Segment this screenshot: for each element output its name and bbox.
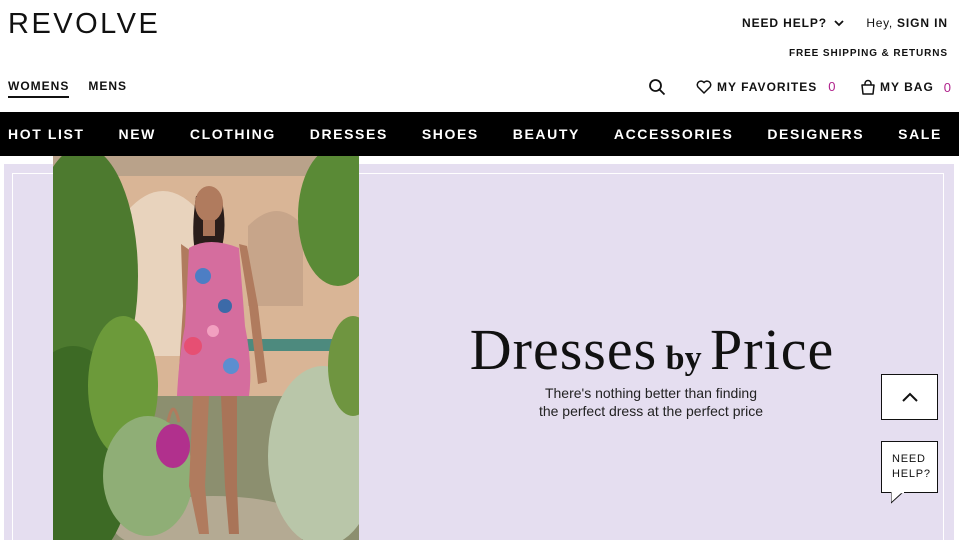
- search-icon[interactable]: [648, 78, 666, 96]
- revolve-logo[interactable]: REVOLVE: [8, 9, 160, 39]
- chevron-down-icon: [834, 20, 844, 27]
- my-favorites-link[interactable]: MY FAVORITES 0: [696, 79, 836, 94]
- gender-tabs: WOMENS MENS: [8, 79, 127, 98]
- favorites-label: MY FAVORITES: [717, 79, 818, 94]
- help-line-2: HELP?: [892, 468, 931, 480]
- nav-item-new[interactable]: NEW: [119, 126, 156, 142]
- nav-item-accessories[interactable]: ACCESSORIES: [614, 126, 734, 142]
- nav-item-hot-list[interactable]: HOT LIST: [8, 126, 85, 142]
- sign-in-link[interactable]: SIGN IN: [897, 16, 948, 30]
- my-bag-link[interactable]: MY BAG 0: [860, 79, 952, 95]
- main-nav: HOT LIST NEW CLOTHING DRESSES SHOES BEAU…: [0, 112, 959, 156]
- bag-label: MY BAG: [880, 80, 934, 94]
- greeting-text: Hey,: [866, 16, 893, 30]
- free-shipping-banner[interactable]: FREE SHIPPING & RETURNS: [789, 48, 948, 59]
- tab-womens[interactable]: WOMENS: [8, 79, 70, 98]
- help-line-1: NEED: [892, 453, 926, 465]
- bag-icon: [861, 79, 875, 95]
- subheadline-line-2: the perfect dress at the perfect price: [538, 403, 764, 419]
- headline-price: Price: [710, 317, 835, 382]
- subheadline-line-1: There's nothing better than finding: [544, 385, 758, 401]
- speech-bubble-tail-icon: [891, 492, 904, 504]
- nav-item-clothing[interactable]: CLOTHING: [190, 126, 276, 142]
- hero-subheadline: There's nothing better than finding the …: [345, 384, 959, 420]
- tab-mens[interactable]: MENS: [88, 79, 127, 98]
- headline-by: by: [665, 340, 702, 377]
- chevron-up-icon: [901, 392, 918, 402]
- nav-item-beauty[interactable]: BEAUTY: [513, 126, 580, 142]
- back-to-top-button[interactable]: [881, 374, 938, 420]
- hero-headline: Dresses by Price: [0, 318, 959, 382]
- heart-icon: [696, 79, 712, 94]
- nav-item-sale[interactable]: SALE: [898, 126, 942, 142]
- nav-item-designers[interactable]: DESIGNERS: [767, 126, 864, 142]
- need-help-label: NEED HELP?: [742, 16, 828, 30]
- need-help-dropdown[interactable]: NEED HELP?: [742, 16, 844, 30]
- need-help-chat-button[interactable]: NEED HELP?: [881, 441, 938, 493]
- bag-count: 0: [943, 79, 953, 95]
- favorites-count: 0: [828, 79, 837, 94]
- account-greeting: Hey, SIGN IN: [866, 16, 948, 30]
- nav-item-dresses[interactable]: DRESSES: [310, 126, 388, 142]
- headline-dresses: Dresses: [469, 317, 658, 382]
- nav-item-shoes[interactable]: SHOES: [422, 126, 479, 142]
